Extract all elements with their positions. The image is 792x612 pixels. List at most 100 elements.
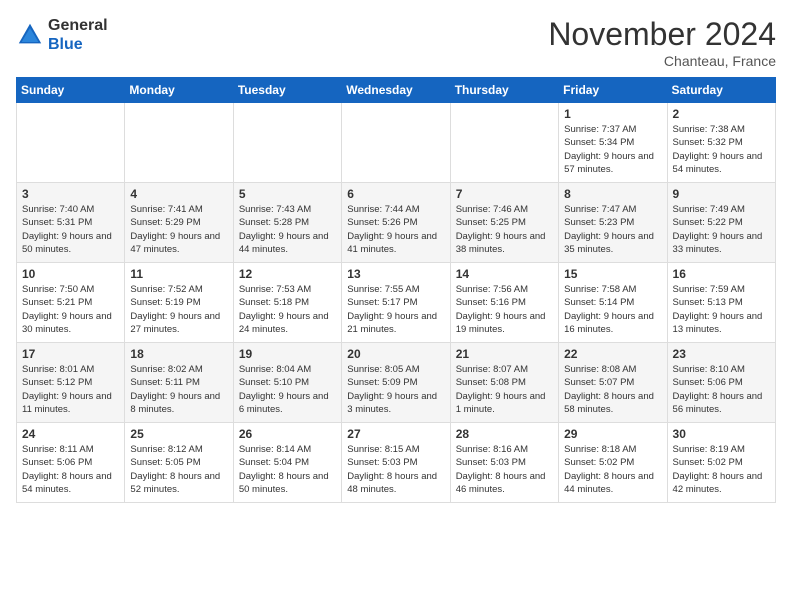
calendar-cell — [17, 103, 125, 183]
day-number: 5 — [239, 187, 336, 201]
day-number: 29 — [564, 427, 661, 441]
calendar-cell: 23 Sunrise: 8:10 AM Sunset: 5:06 PM Dayli… — [667, 343, 775, 423]
calendar-cell: 24 Sunrise: 8:11 AM Sunset: 5:06 PM Dayli… — [17, 423, 125, 503]
day-number: 11 — [130, 267, 227, 281]
day-info: Sunrise: 8:07 AM Sunset: 5:08 PM Dayligh… — [456, 363, 553, 416]
day-number: 28 — [456, 427, 553, 441]
calendar-cell: 8 Sunrise: 7:47 AM Sunset: 5:23 PM Daylig… — [559, 183, 667, 263]
day-number: 21 — [456, 347, 553, 361]
day-info: Sunrise: 7:49 AM Sunset: 5:22 PM Dayligh… — [673, 203, 770, 256]
calendar-cell: 28 Sunrise: 8:16 AM Sunset: 5:03 PM Dayli… — [450, 423, 558, 503]
header-row: SundayMondayTuesdayWednesdayThursdayFrid… — [17, 78, 776, 103]
calendar-cell: 7 Sunrise: 7:46 AM Sunset: 5:25 PM Daylig… — [450, 183, 558, 263]
calendar-row: 10 Sunrise: 7:50 AM Sunset: 5:21 PM Dayli… — [17, 263, 776, 343]
day-number: 17 — [22, 347, 119, 361]
calendar-cell: 4 Sunrise: 7:41 AM Sunset: 5:29 PM Daylig… — [125, 183, 233, 263]
calendar-cell — [125, 103, 233, 183]
calendar-cell: 3 Sunrise: 7:40 AM Sunset: 5:31 PM Daylig… — [17, 183, 125, 263]
calendar-cell: 14 Sunrise: 7:56 AM Sunset: 5:16 PM Dayli… — [450, 263, 558, 343]
day-info: Sunrise: 8:11 AM Sunset: 5:06 PM Dayligh… — [22, 443, 119, 496]
calendar-cell — [233, 103, 341, 183]
logo-blue: Blue — [48, 35, 108, 54]
day-info: Sunrise: 7:41 AM Sunset: 5:29 PM Dayligh… — [130, 203, 227, 256]
calendar-cell: 2 Sunrise: 7:38 AM Sunset: 5:32 PM Daylig… — [667, 103, 775, 183]
calendar-row: 3 Sunrise: 7:40 AM Sunset: 5:31 PM Daylig… — [17, 183, 776, 263]
day-info: Sunrise: 7:40 AM Sunset: 5:31 PM Dayligh… — [22, 203, 119, 256]
calendar-cell: 1 Sunrise: 7:37 AM Sunset: 5:34 PM Daylig… — [559, 103, 667, 183]
calendar-table: SundayMondayTuesdayWednesdayThursdayFrid… — [16, 77, 776, 503]
day-number: 20 — [347, 347, 444, 361]
day-number: 15 — [564, 267, 661, 281]
day-info: Sunrise: 8:18 AM Sunset: 5:02 PM Dayligh… — [564, 443, 661, 496]
calendar-cell: 22Sunrise: 8:08 AM Sunset: 5:07 PM Dayli… — [559, 343, 667, 423]
day-info: Sunrise: 7:58 AM Sunset: 5:14 PM Dayligh… — [564, 283, 661, 336]
day-number: 7 — [456, 187, 553, 201]
calendar-cell: 11 Sunrise: 7:52 AM Sunset: 5:19 PM Dayli… — [125, 263, 233, 343]
day-info: Sunrise: 8:01 AM Sunset: 5:12 PM Dayligh… — [22, 363, 119, 416]
header-cell: Monday — [125, 78, 233, 103]
title-block: November 2024 Chanteau, France — [548, 16, 776, 69]
calendar-cell: 15 Sunrise: 7:58 AM Sunset: 5:14 PM Dayli… — [559, 263, 667, 343]
day-info: Sunrise: 7:56 AM Sunset: 5:16 PM Dayligh… — [456, 283, 553, 336]
day-info: Sunrise: 7:50 AM Sunset: 5:21 PM Dayligh… — [22, 283, 119, 336]
day-info: Sunrise: 7:47 AM Sunset: 5:23 PM Dayligh… — [564, 203, 661, 256]
calendar-cell: 16Sunrise: 7:59 AM Sunset: 5:13 PM Dayli… — [667, 263, 775, 343]
day-info: Sunrise: 8:19 AM Sunset: 5:02 PM Dayligh… — [673, 443, 770, 496]
calendar-cell: 18 Sunrise: 8:02 AM Sunset: 5:11 PM Dayli… — [125, 343, 233, 423]
header-cell: Sunday — [17, 78, 125, 103]
location: Chanteau, France — [548, 53, 776, 69]
day-info: Sunrise: 7:52 AM Sunset: 5:19 PM Dayligh… — [130, 283, 227, 336]
day-number: 12 — [239, 267, 336, 281]
calendar-row: 24 Sunrise: 8:11 AM Sunset: 5:06 PM Dayli… — [17, 423, 776, 503]
day-number: 18 — [130, 347, 227, 361]
calendar-cell: 25Sunrise: 8:12 AM Sunset: 5:05 PM Dayli… — [125, 423, 233, 503]
day-number: 16 — [673, 267, 770, 281]
calendar-cell: 5Sunrise: 7:43 AM Sunset: 5:28 PM Daylig… — [233, 183, 341, 263]
header-cell: Tuesday — [233, 78, 341, 103]
logo: General Blue — [16, 16, 108, 54]
calendar-cell: 19 Sunrise: 8:04 AM Sunset: 5:10 PM Dayli… — [233, 343, 341, 423]
day-info: Sunrise: 8:08 AM Sunset: 5:07 PM Dayligh… — [564, 363, 661, 416]
calendar-cell: 29 Sunrise: 8:18 AM Sunset: 5:02 PM Dayli… — [559, 423, 667, 503]
calendar-cell: 20 Sunrise: 8:05 AM Sunset: 5:09 PM Dayli… — [342, 343, 450, 423]
day-info: Sunrise: 8:02 AM Sunset: 5:11 PM Dayligh… — [130, 363, 227, 416]
day-number: 8 — [564, 187, 661, 201]
header-cell: Wednesday — [342, 78, 450, 103]
day-info: Sunrise: 7:44 AM Sunset: 5:26 PM Dayligh… — [347, 203, 444, 256]
day-number: 3 — [22, 187, 119, 201]
day-info: Sunrise: 7:38 AM Sunset: 5:32 PM Dayligh… — [673, 123, 770, 176]
header-cell: Saturday — [667, 78, 775, 103]
day-info: Sunrise: 8:16 AM Sunset: 5:03 PM Dayligh… — [456, 443, 553, 496]
day-number: 4 — [130, 187, 227, 201]
day-number: 1 — [564, 107, 661, 121]
day-info: Sunrise: 8:12 AM Sunset: 5:05 PM Dayligh… — [130, 443, 227, 496]
day-info: Sunrise: 7:46 AM Sunset: 5:25 PM Dayligh… — [456, 203, 553, 256]
calendar-cell: 17 Sunrise: 8:01 AM Sunset: 5:12 PM Dayli… — [17, 343, 125, 423]
day-number: 24 — [22, 427, 119, 441]
day-number: 30 — [673, 427, 770, 441]
day-number: 19 — [239, 347, 336, 361]
header-cell: Friday — [559, 78, 667, 103]
calendar-cell: 30 Sunrise: 8:19 AM Sunset: 5:02 PM Dayli… — [667, 423, 775, 503]
day-number: 10 — [22, 267, 119, 281]
calendar-cell: 27 Sunrise: 8:15 AM Sunset: 5:03 PM Dayli… — [342, 423, 450, 503]
calendar-cell: 6 Sunrise: 7:44 AM Sunset: 5:26 PM Daylig… — [342, 183, 450, 263]
calendar-cell — [450, 103, 558, 183]
day-number: 26 — [239, 427, 336, 441]
calendar-header: SundayMondayTuesdayWednesdayThursdayFrid… — [17, 78, 776, 103]
day-number: 2 — [673, 107, 770, 121]
day-number: 23 — [673, 347, 770, 361]
calendar-row: 1 Sunrise: 7:37 AM Sunset: 5:34 PM Daylig… — [17, 103, 776, 183]
calendar-body: 1 Sunrise: 7:37 AM Sunset: 5:34 PM Daylig… — [17, 103, 776, 503]
calendar-cell: 26Sunrise: 8:14 AM Sunset: 5:04 PM Dayli… — [233, 423, 341, 503]
day-info: Sunrise: 8:15 AM Sunset: 5:03 PM Dayligh… — [347, 443, 444, 496]
day-info: Sunrise: 7:37 AM Sunset: 5:34 PM Dayligh… — [564, 123, 661, 176]
day-number: 6 — [347, 187, 444, 201]
day-info: Sunrise: 8:10 AM Sunset: 5:06 PM Dayligh… — [673, 363, 770, 416]
day-info: Sunrise: 8:05 AM Sunset: 5:09 PM Dayligh… — [347, 363, 444, 416]
calendar-cell: 10 Sunrise: 7:50 AM Sunset: 5:21 PM Dayli… — [17, 263, 125, 343]
day-number: 14 — [456, 267, 553, 281]
day-number: 27 — [347, 427, 444, 441]
day-info: Sunrise: 8:04 AM Sunset: 5:10 PM Dayligh… — [239, 363, 336, 416]
page-header: General Blue November 2024 Chanteau, Fra… — [16, 16, 776, 69]
